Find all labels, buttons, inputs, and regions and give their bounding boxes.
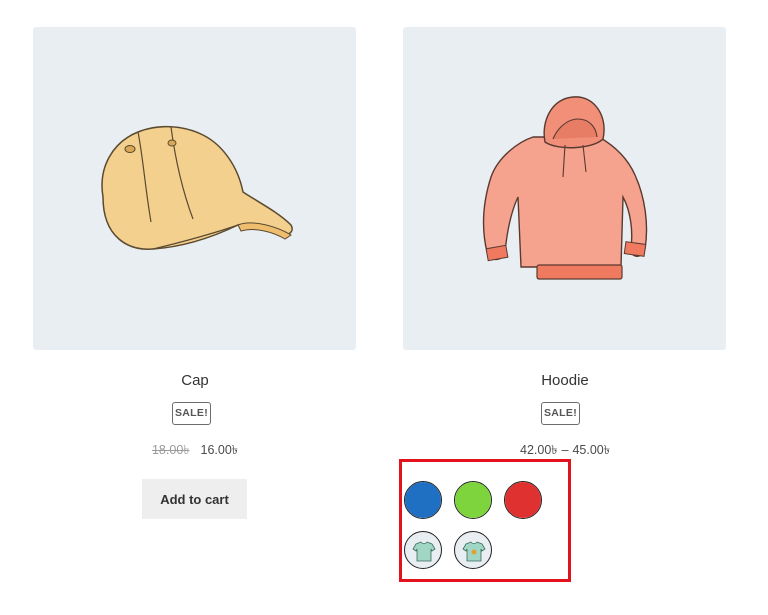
swatch-color [455, 482, 491, 518]
product-price-cap: 18.00৳ 16.00৳ [33, 442, 357, 462]
swatch-color [405, 482, 441, 518]
product-title-hoodie[interactable]: Hoodie [403, 372, 727, 389]
regular-price: 18.00৳ [151, 443, 190, 457]
swatch-tshirt-variant-1[interactable] [404, 531, 442, 569]
tshirt-thumbnail-icon [462, 541, 486, 562]
product-image-hoodie[interactable] [403, 27, 726, 350]
price-max: 45.00৳ [572, 443, 610, 457]
swatch-blue[interactable] [404, 481, 442, 519]
cap-image [101, 125, 293, 250]
sale-price: 16.00৳ [200, 443, 239, 457]
add-to-cart-button[interactable]: Add to cart [142, 479, 247, 519]
swatch-red[interactable] [504, 481, 542, 519]
variation-swatches-highlight [399, 459, 571, 582]
product-title-cap[interactable]: Cap [33, 372, 357, 389]
sale-badge: SALE! [541, 402, 580, 425]
swatch-tshirt-variant-2[interactable] [454, 531, 492, 569]
product-image-cap[interactable] [33, 27, 356, 350]
swatch-color [505, 482, 541, 518]
tshirt-thumbnail-icon [412, 541, 436, 562]
swatch-green[interactable] [454, 481, 492, 519]
price-min: 42.00৳ [520, 443, 558, 457]
price-range-separator: – [561, 443, 569, 457]
hoodie-image [482, 96, 648, 280]
sale-badge: SALE! [172, 402, 211, 425]
